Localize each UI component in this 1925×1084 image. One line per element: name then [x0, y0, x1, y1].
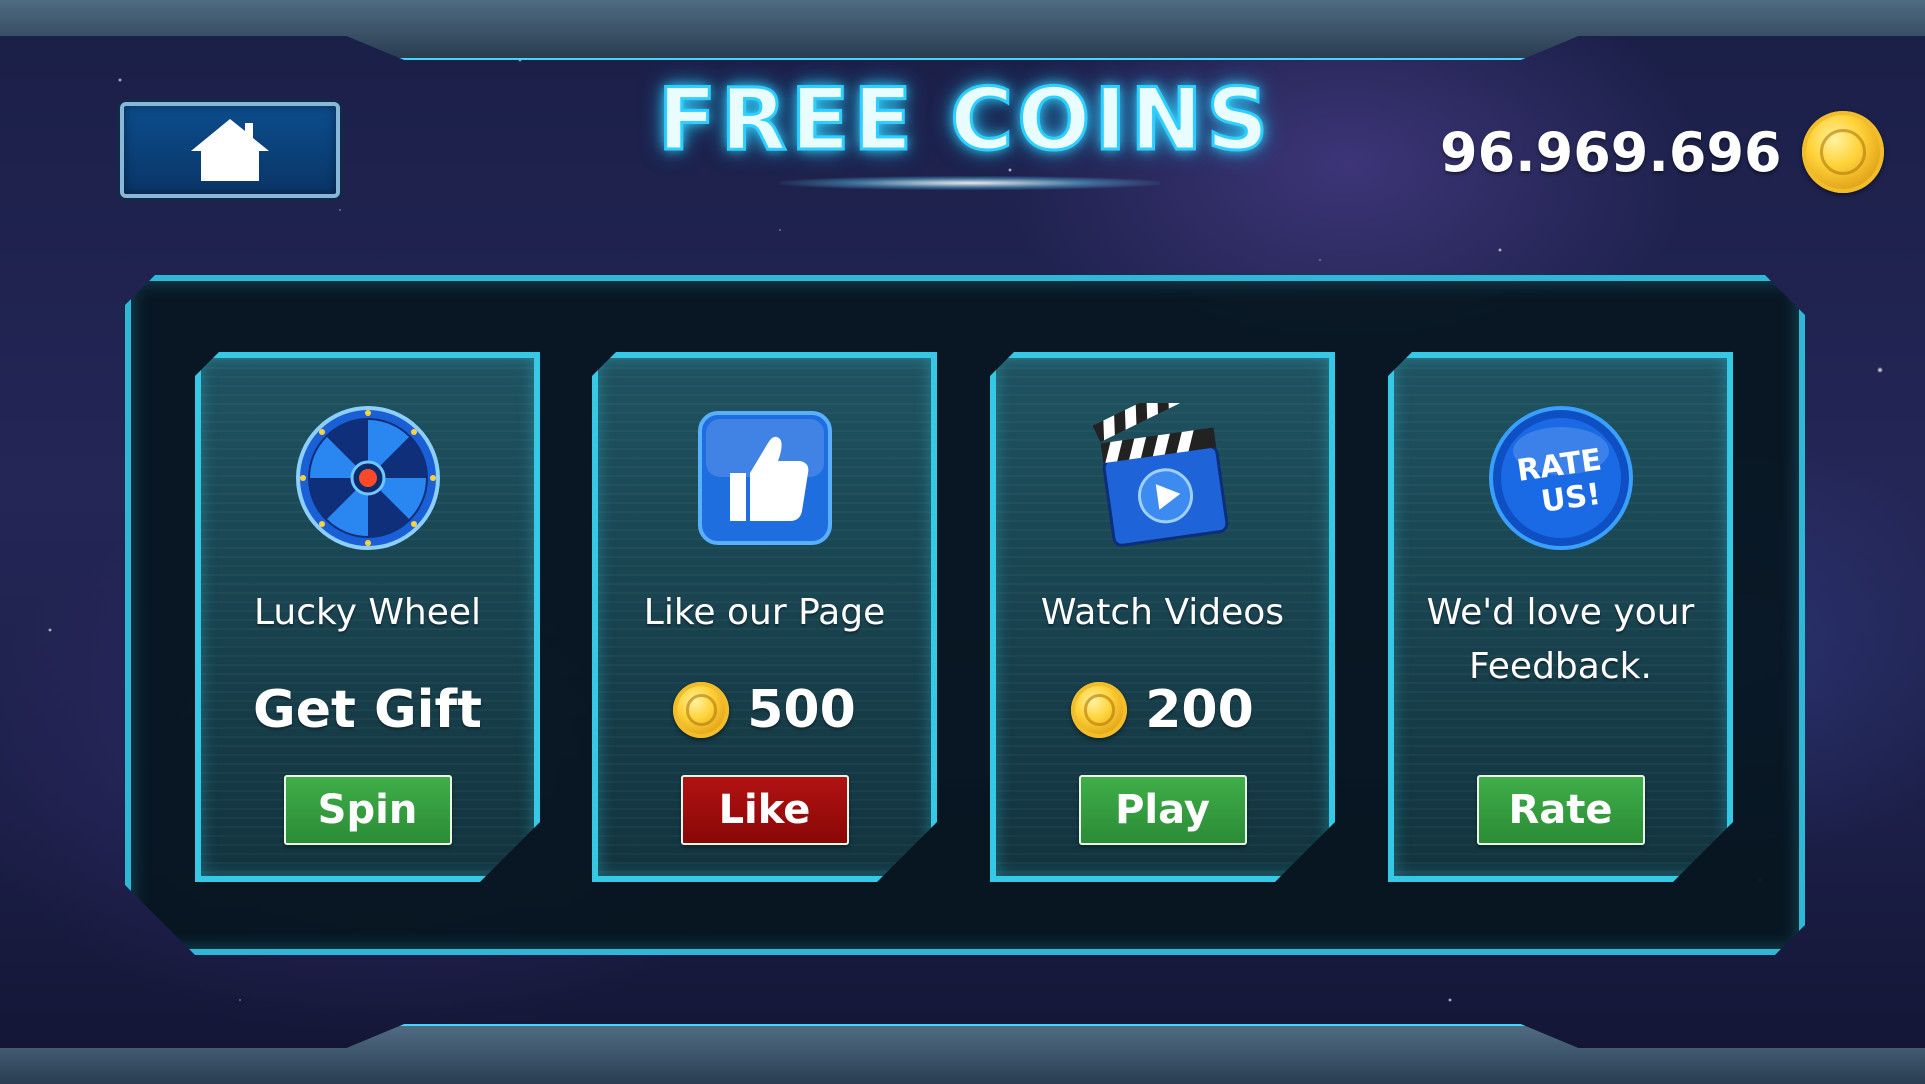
top-frame [0, 0, 1925, 60]
gold-coin-icon [1801, 111, 1884, 193]
card-title: Like our Page [643, 592, 886, 633]
card-reward: 500 [598, 678, 931, 742]
like-page-card: Like our Page 500 Like [592, 352, 937, 882]
spin-button[interactable]: Spin [283, 775, 452, 845]
house-icon [191, 119, 269, 181]
reward-amount: 200 [1145, 680, 1254, 740]
watch-videos-card: Watch Videos 200 Play [990, 352, 1335, 882]
rate-us-badge-icon: RATE US! [1488, 406, 1633, 550]
title-glow-decoration [780, 176, 1160, 190]
reward-amount: 500 [747, 680, 856, 740]
card-title: We'd love your Feedback. [1426, 592, 1695, 687]
gold-coin-icon [1071, 682, 1128, 738]
coin-balance: 96.969.696 [1440, 111, 1884, 193]
thumbs-up-icon [697, 411, 832, 545]
coin-balance-value: 96.969.696 [1440, 120, 1782, 184]
lucky-wheel-icon [295, 406, 440, 550]
home-button[interactable] [120, 102, 340, 198]
page-title: FREE COINS [640, 69, 1290, 172]
play-button[interactable]: Play [1078, 775, 1247, 845]
page-title-text: FREE COINS [656, 69, 1273, 172]
gold-coin-icon [673, 682, 730, 738]
lucky-wheel-card: Lucky Wheel Get Gift Spin [195, 352, 540, 882]
rate-us-card: RATE US! We'd love your Feedback. Rate [1388, 352, 1733, 882]
clapperboard-play-icon [1092, 403, 1228, 547]
card-reward: Get Gift [201, 678, 534, 742]
rate-button[interactable]: Rate [1476, 775, 1645, 845]
like-button[interactable]: Like [680, 775, 849, 845]
card-reward: 200 [996, 678, 1329, 742]
bottom-frame [0, 1024, 1925, 1084]
card-title: Lucky Wheel [253, 592, 482, 633]
card-title: Watch Videos [1040, 592, 1285, 633]
reward-text: Get Gift [253, 680, 482, 740]
